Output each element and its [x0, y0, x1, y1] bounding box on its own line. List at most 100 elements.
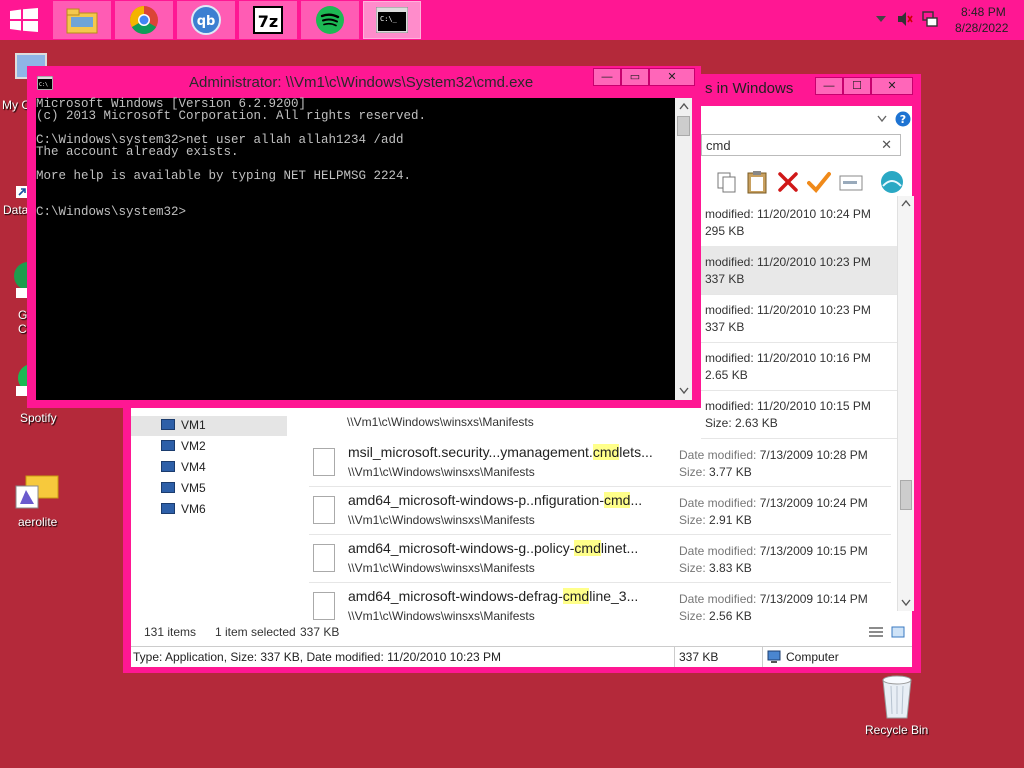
- row-size: Size: 2.91 KB: [679, 513, 752, 527]
- cmd-scroll-up-icon[interactable]: [678, 101, 690, 111]
- chrome-icon: [130, 6, 158, 34]
- console-line: (c) 2013 Microsoft Corporation. All righ…: [36, 109, 427, 123]
- explorer-minimize-button[interactable]: —: [815, 77, 843, 95]
- nav-item-vm2[interactable]: VM2: [161, 439, 206, 453]
- details-text: Type: Application, Size: 337 KB, Date mo…: [133, 650, 502, 664]
- results-scrollbar[interactable]: [897, 196, 914, 611]
- console-line: More help is available by typing NET HEL…: [36, 169, 412, 183]
- cmd-minimize-button[interactable]: —: [593, 68, 621, 86]
- windows-logo-icon: [10, 8, 38, 32]
- result-row[interactable]: amd64_microsoft-windows-p..nfiguration-c…: [309, 486, 891, 535]
- svg-text:qb: qb: [197, 14, 216, 29]
- folder-icon: [66, 8, 98, 34]
- explorer-maximize-button[interactable]: ☐: [843, 77, 871, 95]
- cmd-scrollbar[interactable]: [675, 98, 692, 400]
- taskbar-spotify[interactable]: [301, 1, 359, 39]
- scroll-up-icon[interactable]: [900, 198, 912, 208]
- row-size: 337 KB: [705, 320, 745, 334]
- chevron-down-icon[interactable]: [877, 115, 887, 123]
- row-name-post: line_3...: [589, 588, 639, 604]
- svg-text:?: ?: [900, 113, 906, 126]
- desktop-label-data: Data: [3, 203, 29, 217]
- clock-time[interactable]: 8:48 PM: [961, 5, 1006, 19]
- row-name-pre: amd64_microsoft-windows-p..nfiguration-: [348, 492, 604, 508]
- network-computer-icon: [161, 440, 175, 451]
- delete-icon[interactable]: [777, 171, 799, 193]
- rename-icon[interactable]: [839, 175, 863, 191]
- show-hidden-icons-icon[interactable]: [876, 15, 886, 23]
- row-size: 337 KB: [705, 272, 745, 286]
- row-size: 2.65 KB: [705, 368, 748, 382]
- row-name: amd64_microsoft-windows-defrag-cmdline_3…: [348, 588, 638, 604]
- help-icon[interactable]: ?: [895, 111, 911, 127]
- details-bar: Type: Application, Size: 337 KB, Date mo…: [131, 646, 912, 667]
- result-row[interactable]: amd64_microsoft-windows-g..policy-cmdlin…: [309, 534, 891, 583]
- scroll-thumb[interactable]: [900, 480, 912, 510]
- taskbar-7zip[interactable]: 7z: [239, 1, 297, 39]
- taskbar-qbittorrent[interactable]: qb: [177, 1, 235, 39]
- console-line: The account already exists.: [36, 145, 239, 159]
- clock-date[interactable]: 8/28/2022: [955, 21, 1008, 35]
- paste-icon[interactable]: [747, 170, 769, 194]
- cmd-title: Administrator: \\Vm1\c\Windows\System32\…: [189, 74, 534, 91]
- desktop-label-chrome-1: G: [18, 308, 28, 322]
- size-label: Size:: [679, 561, 706, 575]
- desktop-label-my-computer: My C: [2, 98, 30, 112]
- result-row-partial[interactable]: modified: 11/20/2010 10:24 PM 295 KB: [701, 198, 897, 247]
- nav-item-label: VM5: [181, 481, 206, 495]
- properties-check-icon[interactable]: [807, 171, 831, 193]
- cmd-scroll-down-icon[interactable]: [678, 386, 690, 396]
- row-name: msil_microsoft.security...ymanagement.cm…: [348, 444, 653, 460]
- result-row-partial[interactable]: modified: 11/20/2010 10:15 PM Size: 2.63 …: [701, 390, 897, 439]
- copy-icon[interactable]: [717, 172, 737, 194]
- taskbar-chrome[interactable]: [115, 1, 173, 39]
- row-date-modified: modified: 11/20/2010 10:16 PM: [705, 351, 871, 365]
- result-row[interactable]: msil_microsoft.security...ymanagement.cm…: [309, 438, 891, 487]
- row-date-modified: modified: 11/20/2010 10:23 PM: [705, 255, 871, 269]
- row-path: \\Vm1\c\Windows\winsxs\Manifests: [348, 561, 535, 575]
- search-clear-icon[interactable]: ✕: [881, 137, 892, 153]
- volume-muted-icon[interactable]: [897, 11, 913, 27]
- row-size: Size: 2.56 KB: [679, 609, 752, 623]
- details-location: Computer: [786, 650, 839, 664]
- details-view-icon[interactable]: [868, 626, 884, 638]
- date-label: Date modified:: [679, 496, 757, 510]
- size-value: 2.91 KB: [709, 513, 752, 527]
- row-name-pre: amd64_microsoft-windows-g..policy-: [348, 540, 575, 556]
- network-computer-icon: [161, 482, 175, 493]
- date-value: 7/13/2009 10:15 PM: [759, 544, 868, 558]
- date-label: Date modified:: [679, 544, 757, 558]
- large-icons-view-icon[interactable]: [891, 626, 905, 638]
- nav-item-vm4[interactable]: VM4: [161, 460, 206, 474]
- network-globe-icon[interactable]: [879, 170, 905, 194]
- status-bar: 131 items 1 item selected 337 KB: [131, 622, 912, 642]
- search-input[interactable]: cmd ✕: [701, 134, 901, 156]
- nav-item-vm5[interactable]: VM5: [161, 481, 206, 495]
- status-size: 337 KB: [300, 625, 340, 639]
- result-row-partial[interactable]: modified: 11/20/2010 10:16 PM 2.65 KB: [701, 342, 897, 391]
- result-row-partial[interactable]: modified: 11/20/2010 10:23 PM 337 KB: [701, 294, 897, 343]
- cmd-scroll-thumb[interactable]: [677, 116, 690, 136]
- status-items: 131 items: [144, 625, 197, 639]
- row-name-highlight: cmd: [604, 492, 631, 508]
- nav-item-vm6[interactable]: VM6: [161, 502, 206, 516]
- result-row-partial[interactable]: modified: 11/20/2010 10:23 PM 337 KB: [701, 246, 897, 295]
- row-name-highlight: cmd: [592, 444, 620, 460]
- cmd-maximize-button[interactable]: ▭: [621, 68, 649, 86]
- taskbar-cmd[interactable]: C:\_: [363, 1, 421, 39]
- spotify-icon: [316, 6, 344, 34]
- taskbar-file-explorer[interactable]: [53, 1, 111, 39]
- svg-text:7z: 7z: [258, 12, 278, 31]
- nav-item-vm1[interactable]: VM1: [161, 418, 206, 432]
- network-icon[interactable]: [922, 11, 938, 27]
- cmd-console[interactable]: Microsoft Windows [Version 6.2.9200] (c) …: [36, 98, 675, 400]
- search-input-value: cmd: [706, 138, 731, 153]
- file-icon: [313, 544, 335, 572]
- cmd-close-button[interactable]: ✕: [649, 68, 695, 86]
- row-name: amd64_microsoft-windows-p..nfiguration-c…: [348, 492, 642, 508]
- start-button[interactable]: [10, 8, 38, 32]
- scroll-down-icon[interactable]: [900, 598, 912, 608]
- explorer-close-button[interactable]: ✕: [871, 77, 913, 95]
- file-icon: [313, 448, 335, 476]
- details-divider-2: [762, 647, 763, 667]
